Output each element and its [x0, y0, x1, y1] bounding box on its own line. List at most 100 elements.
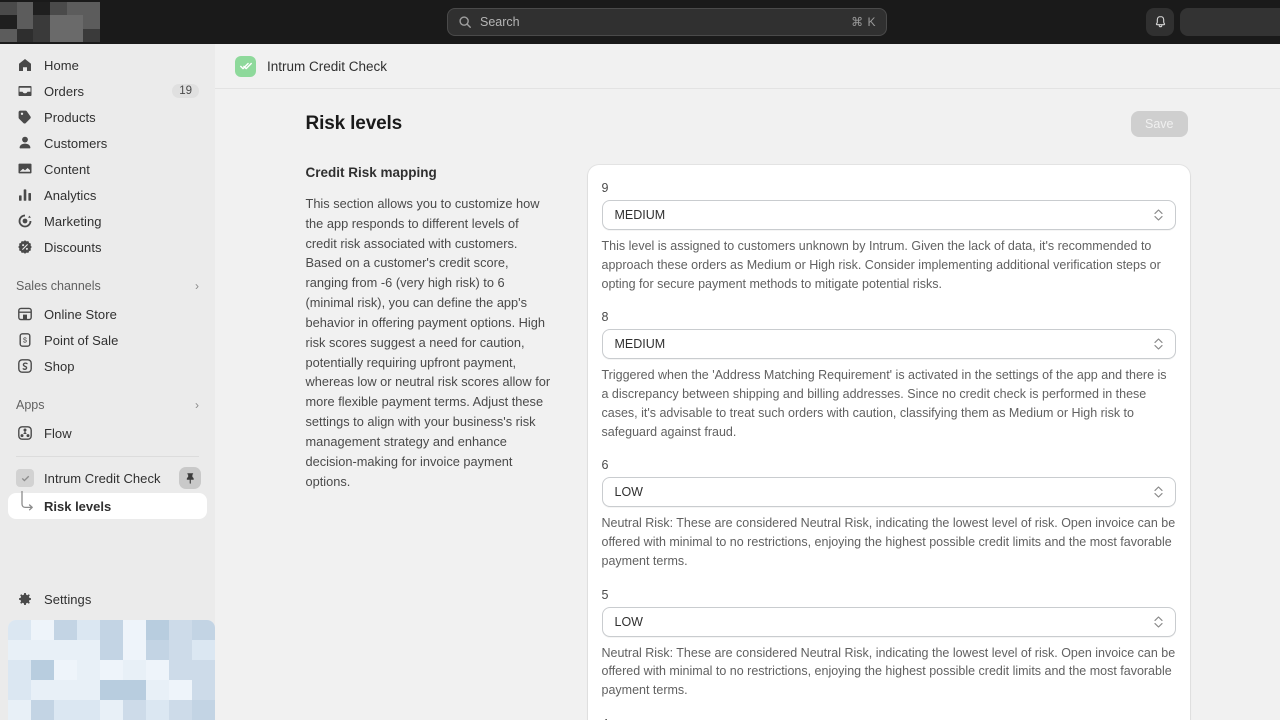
sidebar-item-label: Marketing: [44, 214, 102, 229]
sidebar-item-settings[interactable]: Settings: [8, 586, 207, 612]
sidebar-item-risk-levels[interactable]: Risk levels: [8, 493, 207, 519]
risk-level-description: Neutral Risk: These are considered Neutr…: [602, 644, 1176, 700]
home-icon: [16, 56, 34, 74]
apps-title: Apps: [16, 398, 45, 412]
sidebar-item-flow[interactable]: Flow: [8, 420, 207, 446]
sidebar-item-label: Discounts: [44, 240, 102, 255]
sidebar-item-label: Settings: [44, 592, 91, 607]
store-logo-redacted: [0, 2, 100, 42]
sidebar-item-analytics[interactable]: Analytics: [8, 182, 207, 208]
sidebar-item-label: Risk levels: [44, 499, 111, 514]
risk-level-select[interactable]: LOW: [602, 477, 1176, 507]
sidebar-item-label: Products: [44, 110, 96, 125]
sidebar-item-content[interactable]: Content: [8, 156, 207, 182]
risk-level-number: 6: [602, 458, 1176, 472]
bell-icon: [1153, 15, 1168, 30]
sidebar-item-label: Shop: [44, 359, 75, 374]
sidebar-item-home[interactable]: Home: [8, 52, 207, 78]
svg-text:$: $: [23, 338, 27, 345]
sub-item-arrow-icon: [16, 497, 38, 515]
page-title-row: Risk levels Save: [306, 111, 1190, 137]
search-icon: [458, 15, 472, 29]
orders-count-badge: 19: [172, 84, 199, 98]
risk-level-select[interactable]: MEDIUM: [602, 329, 1176, 359]
risk-level-number: 9: [602, 181, 1176, 195]
top-bar: Search ⌘ K: [0, 0, 1280, 44]
risk-level-description: Neutral Risk: These are considered Neutr…: [602, 514, 1176, 570]
promo-banner-redacted[interactable]: [8, 620, 215, 720]
sidebar-item-shop[interactable]: Shop: [8, 353, 207, 379]
app-header-title: Intrum Credit Check: [267, 59, 387, 74]
search-shortcut-hint: ⌘ K: [851, 15, 876, 29]
point-of-sale-icon: $: [16, 331, 34, 349]
content-icon: [16, 160, 34, 178]
sidebar-item-label: Online Store: [44, 307, 117, 322]
risk-level-row: 6 LOW Neutral Risk: These are considered N…: [602, 458, 1176, 570]
products-icon: [16, 108, 34, 126]
sales-channels-title: Sales channels: [16, 279, 101, 293]
store-menu-button[interactable]: [1180, 8, 1280, 36]
risk-level-select-value: LOW: [615, 615, 643, 629]
notifications-button[interactable]: [1146, 8, 1174, 36]
risk-level-select-value: MEDIUM: [615, 208, 666, 222]
sidebar-item-label: Orders: [44, 84, 84, 99]
orders-icon: [16, 82, 34, 100]
sidebar: Home Orders 19 Products Customers Conten…: [0, 44, 215, 720]
chevron-right-icon: ›: [195, 398, 199, 412]
page-title: Risk levels: [306, 113, 403, 135]
chevron-updown-icon: [1153, 336, 1164, 352]
search-placeholder: Search: [480, 15, 851, 29]
risk-level-row: 8 MEDIUM Triggered when the 'Address Match…: [602, 310, 1176, 441]
intrum-app-icon: [16, 469, 34, 487]
marketing-icon: [16, 212, 34, 230]
sidebar-item-marketing[interactable]: Marketing: [8, 208, 207, 234]
sidebar-item-discounts[interactable]: Discounts: [8, 234, 207, 260]
page-body: Risk levels Save Credit Risk mapping Thi…: [215, 89, 1280, 720]
sidebar-item-products[interactable]: Products: [8, 104, 207, 130]
sidebar-item-label: Customers: [44, 136, 107, 151]
sidebar-item-label: Flow: [44, 426, 72, 441]
chevron-updown-icon: [1153, 484, 1164, 500]
main-content: Intrum Credit Check Risk levels Save Cre…: [215, 44, 1280, 720]
chevron-updown-icon: [1153, 614, 1164, 630]
sidebar-item-label: Point of Sale: [44, 333, 118, 348]
sales-channels-section-header[interactable]: Sales channels ›: [8, 274, 207, 298]
risk-level-select[interactable]: LOW: [602, 607, 1176, 637]
risk-level-number: 8: [602, 310, 1176, 324]
sidebar-item-point-of-sale[interactable]: $ Point of Sale: [8, 327, 207, 353]
chevron-updown-icon: [1153, 207, 1164, 223]
risk-level-select-value: MEDIUM: [615, 337, 666, 351]
risk-level-description: This level is assigned to customers unkn…: [602, 237, 1176, 293]
chevron-right-icon: ›: [195, 279, 199, 293]
sidebar-item-online-store[interactable]: Online Store: [8, 301, 207, 327]
sidebar-item-label: Home: [44, 58, 79, 73]
shop-icon: [16, 357, 34, 375]
risk-level-description: Triggered when the 'Address Matching Req…: [602, 366, 1176, 441]
customers-icon: [16, 134, 34, 152]
flow-icon: [16, 424, 34, 442]
section-heading: Credit Risk mapping: [306, 165, 554, 180]
app-header: Intrum Credit Check: [215, 44, 1280, 89]
sidebar-item-customers[interactable]: Customers: [8, 130, 207, 156]
sidebar-item-orders[interactable]: Orders 19: [8, 78, 207, 104]
risk-level-number: 5: [602, 588, 1176, 602]
discounts-icon: [16, 238, 34, 256]
risk-levels-card: 9 MEDIUM This level is assigned to custome…: [588, 165, 1190, 720]
pin-icon[interactable]: [179, 467, 201, 489]
section-description: Credit Risk mapping This section allows …: [306, 165, 554, 491]
risk-level-row: 5 LOW Neutral Risk: These are considered N…: [602, 588, 1176, 700]
analytics-icon: [16, 186, 34, 204]
section-body-text: This section allows you to customize how…: [306, 194, 554, 491]
sidebar-item-label: Content: [44, 162, 90, 177]
risk-level-select-value: LOW: [615, 485, 643, 499]
sidebar-item-label: Analytics: [44, 188, 96, 203]
risk-level-select[interactable]: MEDIUM: [602, 200, 1176, 230]
save-button[interactable]: Save: [1131, 111, 1188, 137]
intrum-check-icon: [235, 56, 256, 77]
search-input[interactable]: Search ⌘ K: [447, 8, 887, 36]
gear-icon: [16, 590, 34, 608]
risk-level-row: 9 MEDIUM This level is assigned to custome…: [602, 181, 1176, 293]
apps-section-header[interactable]: Apps ›: [8, 393, 207, 417]
sidebar-item-intrum-credit-check[interactable]: Intrum Credit Check: [8, 465, 207, 491]
sidebar-divider: [16, 456, 199, 457]
